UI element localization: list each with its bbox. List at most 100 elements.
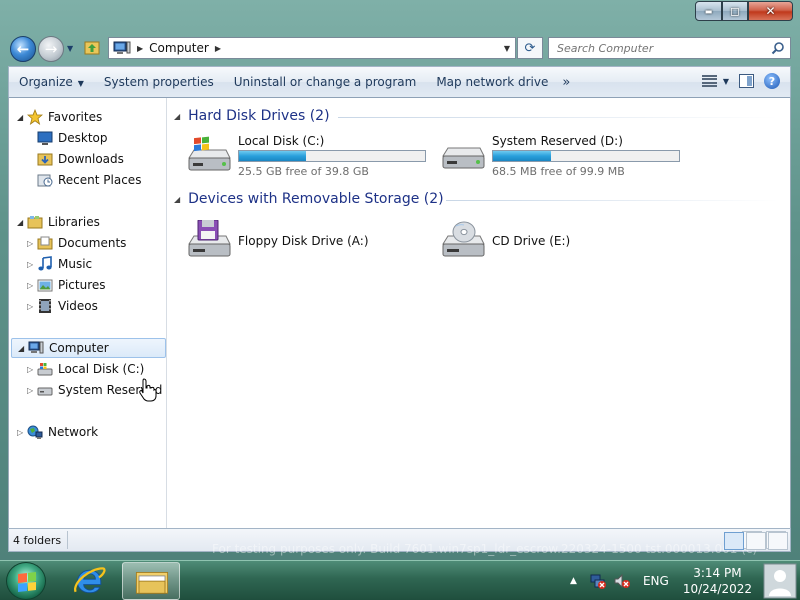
hard-drive-icon	[442, 147, 485, 169]
nav-recent-places[interactable]: Recent Places	[37, 170, 141, 190]
nav-network[interactable]: ▷ Network	[17, 422, 98, 442]
nav-videos[interactable]: ▷ Videos	[27, 296, 98, 316]
downloads-folder-icon	[37, 153, 53, 166]
nav-label: Documents	[58, 236, 127, 250]
input-language-indicator[interactable]: ENG	[643, 574, 669, 588]
documents-icon	[37, 236, 53, 250]
taskbar-internet-explorer[interactable]	[68, 562, 112, 600]
group-divider	[446, 200, 778, 201]
network-disconnected-icon[interactable]	[589, 573, 607, 589]
maximize-button[interactable]: ◻	[722, 1, 748, 21]
expander-icon[interactable]: ◢	[17, 113, 27, 122]
system-clock[interactable]: 3:14 PM 10/24/2022	[683, 565, 752, 597]
breadcrumb-computer[interactable]: Computer	[149, 41, 209, 55]
uninstall-program-button[interactable]: Uninstall or change a program	[224, 75, 427, 89]
nav-local-disk-c[interactable]: ▷ Local Disk (C:)	[27, 359, 144, 379]
nav-label: Pictures	[58, 278, 106, 292]
expander-icon[interactable]: ▷	[27, 281, 37, 290]
back-button[interactable]: ←	[10, 36, 36, 62]
minimize-button[interactable]: ▬	[695, 1, 722, 21]
collapse-icon[interactable]: ◢	[174, 195, 180, 204]
drive-free-space: 25.5 GB free of 39.8 GB	[238, 165, 369, 178]
search-input[interactable]	[557, 41, 757, 55]
show-hidden-icons-button[interactable]: ▲	[570, 576, 577, 586]
nav-downloads[interactable]: Downloads	[37, 149, 124, 169]
group-header-removable[interactable]: ◢ Devices with Removable Storage (2)	[174, 188, 444, 210]
map-network-drive-button[interactable]: Map network drive	[426, 75, 558, 89]
caption-buttons: ▬ ◻ ✕	[695, 1, 793, 21]
device-floppy-a[interactable]: Floppy Disk Drive (A:)	[186, 218, 436, 268]
start-button[interactable]	[6, 562, 46, 600]
user-avatar-icon[interactable]	[760, 561, 800, 600]
breadcrumb-chevron-icon[interactable]: ▶	[137, 44, 143, 53]
nav-desktop[interactable]: Desktop	[37, 128, 108, 148]
floppy-drive-icon	[188, 220, 231, 257]
drive-name: Local Disk (C:)	[238, 134, 325, 148]
address-bar[interactable]: ▶ Computer ▶ ▼	[108, 37, 516, 59]
device-cd-e[interactable]: CD Drive (E:)	[440, 218, 690, 268]
nav-label: Desktop	[58, 131, 108, 145]
content-area: ◢ Favorites Desktop Downloads Recent Pla…	[8, 98, 791, 528]
collapse-icon[interactable]: ◢	[174, 112, 180, 121]
expander-icon[interactable]: ▷	[27, 302, 37, 311]
search-icon[interactable]	[771, 41, 785, 55]
explorer-window: ▬ ◻ ✕ ← → ▼ ▶ Computer ▶ ▼ ⟳ Search Comp…	[0, 0, 800, 560]
expander-icon[interactable]: ◢	[18, 344, 28, 353]
breadcrumb-chevron-icon[interactable]: ▶	[215, 44, 221, 53]
close-button[interactable]: ✕	[748, 1, 793, 21]
group-divider	[338, 117, 778, 118]
expander-icon[interactable]: ▷	[27, 386, 37, 395]
system-properties-button[interactable]: System properties	[94, 75, 224, 89]
view-toggle-b[interactable]	[746, 532, 766, 550]
expander-icon[interactable]: ▷	[27, 365, 37, 374]
drive-system-reserved-d[interactable]: System Reserved (D:) 68.5 MB free of 99.…	[440, 134, 690, 184]
computer-icon	[28, 341, 44, 354]
recent-pages-dropdown[interactable]: ▼	[67, 44, 73, 53]
music-icon	[38, 256, 52, 271]
clock-date: 10/24/2022	[682, 582, 752, 596]
preview-pane-button[interactable]	[739, 74, 754, 88]
navigation-pane[interactable]: ◢ Favorites Desktop Downloads Recent Pla…	[9, 98, 167, 528]
expander-icon[interactable]: ▷	[17, 428, 27, 437]
folder-up-icon[interactable]	[84, 39, 100, 55]
nav-computer[interactable]: ◢ Computer	[11, 338, 166, 358]
windows-logo-icon	[18, 572, 36, 592]
change-view-button[interactable]: ▼	[701, 74, 729, 88]
expander-icon[interactable]: ▷	[27, 260, 37, 269]
view-toggle-a[interactable]	[724, 532, 744, 550]
nav-label: Downloads	[58, 152, 124, 166]
more-commands-button[interactable]: »	[562, 75, 570, 90]
search-box[interactable]	[548, 37, 791, 59]
nav-music[interactable]: ▷ Music	[27, 254, 92, 274]
user-icon	[763, 563, 797, 599]
pictures-icon	[37, 279, 53, 292]
help-button[interactable]: ?	[764, 73, 780, 89]
navigation-bar: ← → ▼ ▶ Computer ▶ ▼ ⟳	[0, 30, 800, 66]
refresh-button[interactable]: ⟳	[517, 37, 543, 59]
organize-button[interactable]: Organize ▼	[9, 75, 94, 89]
status-text: 4 folders	[9, 531, 69, 549]
nav-libraries[interactable]: ◢ Libraries	[17, 212, 100, 232]
drive-usage-fill	[493, 151, 551, 161]
nav-favorites[interactable]: ◢ Favorites	[17, 107, 102, 127]
drive-local-disk-c[interactable]: Local Disk (C:) 25.5 GB free of 39.8 GB	[186, 134, 436, 184]
expander-icon[interactable]: ◢	[17, 218, 27, 227]
expander-icon[interactable]: ▷	[27, 239, 37, 248]
forward-arrow-icon: →	[44, 40, 58, 58]
device-name: Floppy Disk Drive (A:)	[238, 234, 369, 248]
nav-documents[interactable]: ▷ Documents	[27, 233, 126, 253]
cd-drive-icon	[442, 221, 485, 257]
group-header-hard-disks[interactable]: ◢ Hard Disk Drives (2)	[174, 105, 330, 127]
nav-label: Videos	[58, 299, 98, 313]
nav-label: Favorites	[48, 110, 103, 124]
nav-pictures[interactable]: ▷ Pictures	[27, 275, 106, 295]
address-history-dropdown[interactable]: ▼	[504, 44, 510, 53]
view-toggle-c[interactable]	[768, 532, 788, 550]
taskbar-windows-explorer[interactable]	[122, 562, 180, 600]
volume-muted-icon[interactable]	[613, 573, 631, 589]
notification-area: ▲ ENG 3:14 PM 10/24/2022	[570, 561, 760, 600]
forward-button[interactable]: →	[38, 36, 64, 62]
maximize-icon: ◻	[730, 4, 740, 18]
file-list-pane[interactable]: ◢ Hard Disk Drives (2) Local Disk (C:) 2…	[168, 98, 790, 528]
statusbar-view-toggles	[724, 532, 788, 550]
